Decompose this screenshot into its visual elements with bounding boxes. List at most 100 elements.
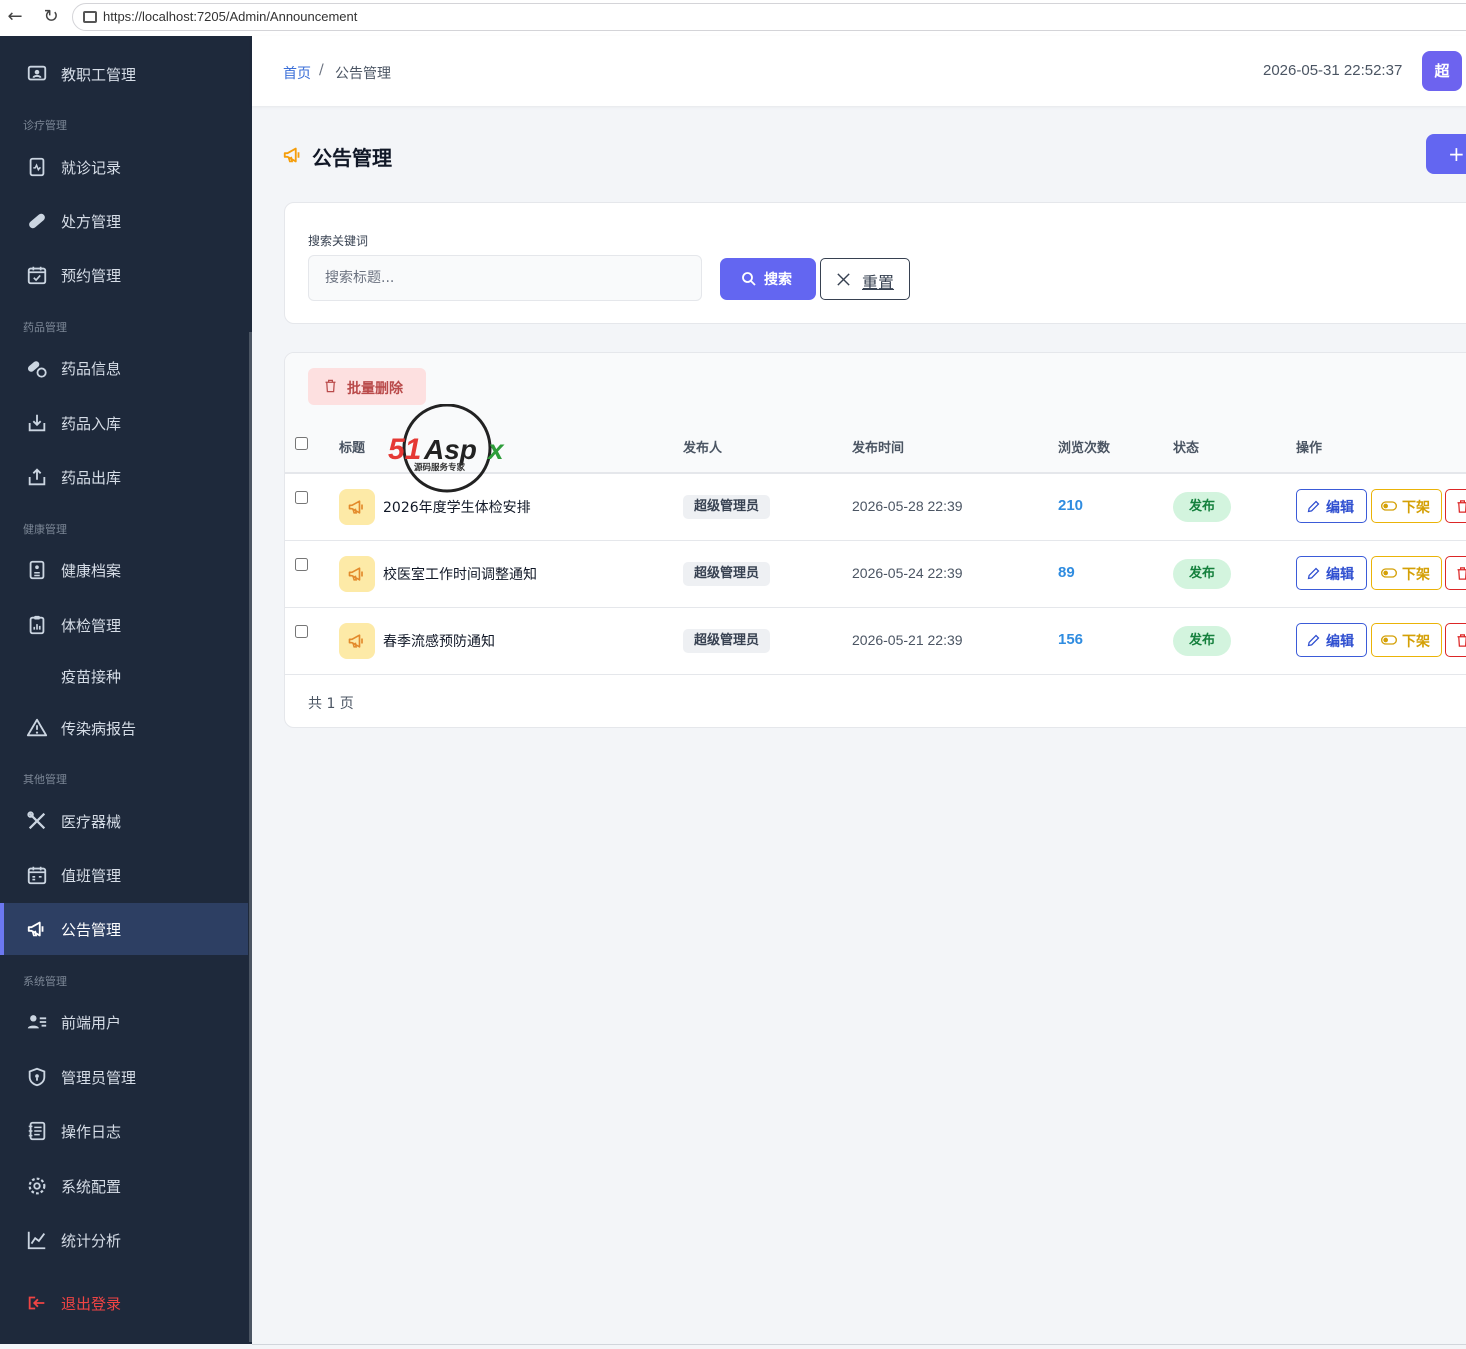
sidebar-group-health: 健康管理 bbox=[23, 523, 67, 536]
breadcrumb-home-link[interactable]: 首页 bbox=[283, 63, 311, 83]
sidebar-item-staff[interactable]: 教职工管理 bbox=[0, 48, 248, 100]
batch-delete-button[interactable]: 批量删除 bbox=[308, 368, 426, 405]
status-badge: 发布 bbox=[1173, 559, 1231, 589]
sidebar-scrollbar[interactable] bbox=[249, 332, 252, 1342]
edit-button[interactable]: 编辑 bbox=[1296, 489, 1367, 523]
trash-icon bbox=[1457, 500, 1466, 513]
tools-icon bbox=[27, 811, 46, 830]
reload-icon[interactable]: ↻ bbox=[40, 6, 62, 27]
offline-button[interactable]: 下架 bbox=[1371, 556, 1442, 590]
row-title[interactable]: 2026年度学生体检安排 bbox=[383, 497, 531, 517]
sidebar-item-label: 就诊记录 bbox=[61, 159, 122, 177]
edit-label: 编辑 bbox=[1326, 634, 1354, 650]
sidebar-item-announcements[interactable]: 公告管理 bbox=[0, 903, 248, 955]
sidebar-item-devices[interactable]: 医疗器械 bbox=[0, 795, 248, 847]
megaphone-icon bbox=[348, 500, 363, 514]
sidebar-item-front-users[interactable]: 前端用户 bbox=[0, 996, 248, 1048]
health-file-icon bbox=[29, 560, 45, 580]
view-count: 89 bbox=[1058, 564, 1075, 581]
sidebar-item-label: 体检管理 bbox=[61, 617, 122, 635]
view-count: 156 bbox=[1058, 631, 1084, 648]
status-badge: 发布 bbox=[1173, 626, 1231, 656]
address-bar[interactable]: https://localhost:7205/Admin/Announcemen… bbox=[72, 3, 1466, 31]
medical-record-icon bbox=[29, 157, 45, 177]
sidebar-item-duty[interactable]: 值班管理 bbox=[0, 849, 248, 901]
row-checkbox[interactable] bbox=[295, 558, 308, 571]
search-input[interactable] bbox=[308, 255, 702, 301]
edit-label: 编辑 bbox=[1326, 500, 1354, 516]
svg-text:Asp: Asp bbox=[423, 434, 477, 465]
trash-icon bbox=[1457, 567, 1466, 580]
sidebar-item-label: 值班管理 bbox=[61, 867, 122, 885]
pills-icon bbox=[27, 361, 47, 378]
announcement-badge bbox=[339, 489, 375, 525]
sidebar-item-visits[interactable]: 就诊记录 bbox=[0, 141, 248, 193]
sidebar-item-checkup[interactable]: 体检管理 bbox=[0, 599, 248, 651]
teacher-icon bbox=[27, 65, 47, 81]
top-header: 首页 / 公告管理 2026-05-31 22:52:37 超 bbox=[252, 36, 1466, 106]
row-checkbox[interactable] bbox=[295, 491, 308, 504]
delete-button[interactable] bbox=[1445, 556, 1466, 590]
sidebar-item-label: 传染病报告 bbox=[61, 720, 137, 738]
sidebar-item-drug-in[interactable]: 药品入库 bbox=[0, 397, 248, 449]
sidebar-item-label: 前端用户 bbox=[61, 1014, 122, 1032]
sidebar-item-statistics[interactable]: 统计分析 bbox=[0, 1214, 248, 1266]
close-icon bbox=[837, 273, 850, 286]
breadcrumb-separator: / bbox=[319, 62, 324, 78]
delete-button[interactable] bbox=[1445, 623, 1466, 657]
pagination-info: 共 1 页 bbox=[308, 696, 354, 712]
shield-icon bbox=[28, 1067, 46, 1087]
sidebar-group-drugs: 药品管理 bbox=[23, 321, 67, 334]
sidebar-item-label: 系统配置 bbox=[61, 1178, 122, 1196]
sidebar-item-label: 健康档案 bbox=[61, 562, 122, 580]
capsule-icon bbox=[29, 213, 45, 229]
sidebar-item-label: 操作日志 bbox=[61, 1123, 122, 1141]
sidebar-item-vaccine[interactable]: 疫苗接种 bbox=[0, 650, 248, 702]
view-count: 210 bbox=[1058, 497, 1084, 514]
sidebar-item-label: 疫苗接种 bbox=[61, 668, 122, 686]
announcement-badge bbox=[339, 623, 375, 659]
sidebar-item-appointments[interactable]: 预约管理 bbox=[0, 249, 248, 301]
sidebar-item-admins[interactable]: 管理员管理 bbox=[0, 1051, 248, 1103]
back-arrow-icon[interactable]: ← bbox=[4, 6, 26, 27]
sidebar-item-logs[interactable]: 操作日志 bbox=[0, 1105, 248, 1157]
reset-button[interactable]: 重置 bbox=[820, 258, 910, 300]
avatar[interactable]: 超 bbox=[1422, 51, 1462, 91]
table-row: 校医室工作时间调整通知 超级管理员 2026-05-24 22:39 89 发布… bbox=[285, 540, 1466, 608]
select-all-checkbox[interactable] bbox=[295, 437, 308, 450]
row-title[interactable]: 校医室工作时间调整通知 bbox=[383, 564, 537, 584]
offline-button[interactable]: 下架 bbox=[1371, 489, 1442, 523]
publish-time: 2026-05-28 22:39 bbox=[852, 498, 963, 514]
row-checkbox[interactable] bbox=[295, 625, 308, 638]
search-button[interactable]: 搜索 bbox=[720, 258, 816, 300]
publisher-badge: 超级管理员 bbox=[683, 629, 771, 653]
column-title: 标题 bbox=[339, 441, 366, 456]
add-announcement-button[interactable]: + bbox=[1426, 134, 1466, 174]
offline-button[interactable]: 下架 bbox=[1371, 623, 1442, 657]
warning-icon bbox=[26, 718, 48, 737]
column-views: 浏览次数 bbox=[1058, 441, 1111, 456]
offline-label: 下架 bbox=[1402, 634, 1430, 650]
sidebar: 教职工管理 诊疗管理 就诊记录 处方管理 预约管理 药品管理 药品信息 药品入库… bbox=[0, 36, 252, 1344]
megaphone-icon bbox=[348, 567, 363, 581]
sidebar-item-prescriptions[interactable]: 处方管理 bbox=[0, 195, 248, 247]
sidebar-item-drug-info[interactable]: 药品信息 bbox=[0, 342, 248, 394]
column-publish-time: 发布时间 bbox=[852, 441, 905, 456]
edit-button[interactable]: 编辑 bbox=[1296, 556, 1367, 590]
sidebar-item-label: 预约管理 bbox=[61, 267, 122, 285]
sidebar-item-infectious[interactable]: 传染病报告 bbox=[0, 702, 248, 754]
sidebar-group-other: 其他管理 bbox=[23, 773, 67, 786]
sidebar-item-settings[interactable]: 系统配置 bbox=[0, 1160, 248, 1212]
watermark-logo: 51 Asp x 源码服务专家 bbox=[388, 404, 505, 493]
pencil-icon bbox=[1307, 567, 1320, 580]
row-title[interactable]: 春季流感预防通知 bbox=[383, 631, 495, 651]
box-out-icon bbox=[28, 468, 46, 486]
sidebar-item-label: 教职工管理 bbox=[61, 66, 137, 84]
edit-button[interactable]: 编辑 bbox=[1296, 623, 1367, 657]
column-publisher: 发布人 bbox=[683, 441, 723, 456]
sidebar-item-logout[interactable]: 退出登录 bbox=[0, 1277, 248, 1329]
sidebar-item-drug-out[interactable]: 药品出库 bbox=[0, 451, 248, 503]
delete-button[interactable] bbox=[1445, 489, 1466, 523]
publisher-badge: 超级管理员 bbox=[683, 562, 771, 586]
sidebar-item-health-file[interactable]: 健康档案 bbox=[0, 544, 248, 596]
